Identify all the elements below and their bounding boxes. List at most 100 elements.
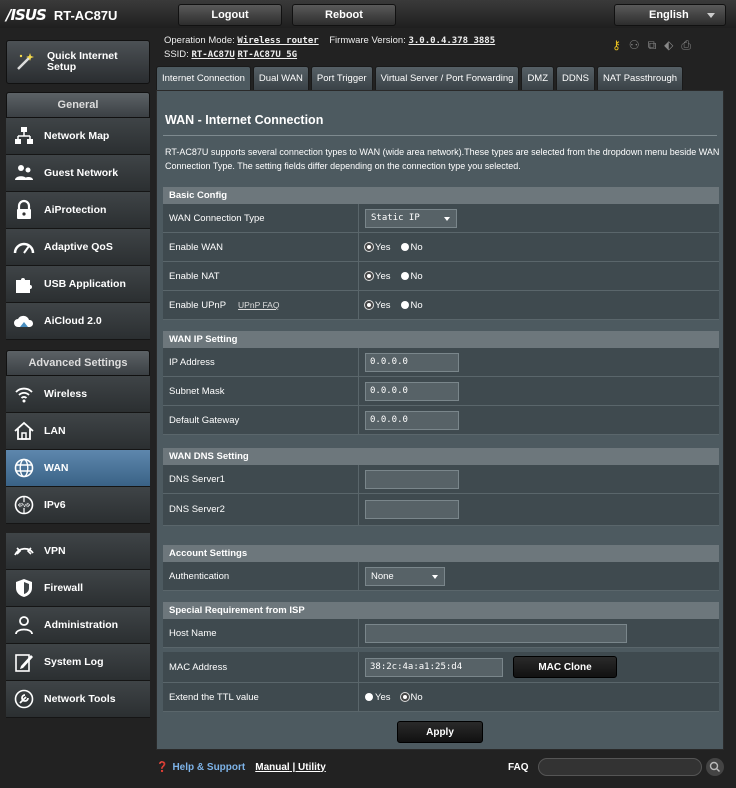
radio-yes-label: Yes — [375, 270, 391, 282]
menu-item-aicloud[interactable]: AiCloud 2.0 — [6, 303, 150, 340]
usb-icon[interactable]: ⧉ — [648, 38, 657, 53]
search-icon[interactable] — [706, 758, 724, 776]
reboot-button[interactable]: Reboot — [292, 4, 396, 26]
firmware-link[interactable]: 3.0.0.4.378_3885 — [408, 36, 495, 46]
menu-item-system-log[interactable]: System Log — [6, 644, 150, 681]
authentication-select[interactable]: None — [365, 566, 445, 586]
enable-wan-no-radio[interactable]: No — [400, 241, 423, 253]
menu-item-lan[interactable]: LAN — [6, 413, 150, 450]
row-ip-address: IP Address 0.0.0.0 — [163, 348, 719, 377]
dns-server1-label: DNS Server1 — [163, 465, 359, 493]
tab-dmz[interactable]: DMZ — [521, 66, 555, 90]
authentication-label: Authentication — [163, 562, 359, 590]
extend-ttl-yes-radio[interactable]: Yes — [365, 692, 391, 703]
menu-item-label: AiProtection — [44, 204, 107, 216]
printer-icon[interactable]: ⎙ — [681, 38, 691, 53]
firmware-label: Firmware Version: — [329, 35, 406, 46]
radio-yes-label: Yes — [375, 691, 391, 703]
page-title: WAN - Internet Connection — [165, 113, 324, 127]
enable-wan-yes-radio[interactable]: Yes — [365, 242, 391, 253]
tab-virtual-server[interactable]: Virtual Server / Port Forwarding — [374, 66, 520, 90]
extend-ttl-no-radio[interactable]: No — [400, 691, 423, 703]
language-label: English — [649, 9, 689, 21]
apply-button[interactable]: Apply — [397, 721, 483, 743]
upnp-faq-link[interactable]: UPnP FAQ — [238, 300, 279, 310]
mac-address-input[interactable]: 38:2c:4a:a1:25:d4 — [365, 657, 503, 677]
menu-item-label: LAN — [44, 425, 66, 437]
manual-link[interactable]: Manual — [255, 762, 289, 773]
tab-bar: Internet Connection Dual WAN Port Trigge… — [156, 66, 684, 90]
enable-upnp-label: Enable UPnP — [169, 299, 227, 311]
menu-item-network-tools[interactable]: Network Tools — [6, 681, 150, 718]
quick-internet-setup-button[interactable]: Quick Internet Setup — [6, 40, 150, 84]
menu-item-firewall[interactable]: Firewall — [6, 570, 150, 607]
host-name-input[interactable] — [365, 623, 627, 643]
globe-icon — [12, 456, 36, 480]
tab-dual-wan[interactable]: Dual WAN — [252, 66, 309, 90]
help-icon: ❓ — [156, 761, 169, 773]
subnet-mask-input[interactable]: 0.0.0.0 — [365, 381, 459, 401]
log-icon — [12, 650, 36, 674]
radio-unselected-icon — [365, 693, 373, 701]
row-wan-connection-type: WAN Connection Type Static IP — [163, 204, 719, 233]
mac-clone-button[interactable]: MAC Clone — [513, 656, 617, 678]
logout-button[interactable]: Logout — [178, 4, 282, 26]
section-special-requirement-isp: Special Requirement from ISP — [163, 602, 719, 619]
menu-item-administration[interactable]: Administration — [6, 607, 150, 644]
row-subnet-mask: Subnet Mask 0.0.0.0 — [163, 377, 719, 406]
faq-search-input[interactable] — [538, 758, 702, 776]
radio-yes-label: Yes — [375, 241, 391, 253]
menu-item-label: IPv6 — [44, 499, 66, 511]
row-default-gateway: Default Gateway 0.0.0.0 — [163, 406, 719, 435]
operation-info: Operation Mode: Wireless router Firmware… — [164, 34, 495, 62]
dns-server2-input[interactable] — [365, 500, 459, 519]
ssid-label: SSID: — [164, 49, 189, 60]
menu-item-guest-network[interactable]: Guest Network — [6, 155, 150, 192]
section-wan-dns-setting: WAN DNS Setting — [163, 448, 719, 465]
radio-no-label: No — [410, 691, 423, 703]
radio-no-label: No — [410, 299, 423, 311]
menu-item-vpn[interactable]: VPN — [6, 533, 150, 570]
general-menu-header: General — [6, 92, 150, 118]
faq-label: FAQ — [508, 761, 529, 773]
menu-item-ipv6[interactable]: IPv6 IPv6 — [6, 487, 150, 524]
ip-address-input[interactable]: 0.0.0.0 — [365, 352, 459, 372]
dns-server1-input[interactable] — [365, 469, 459, 489]
row-enable-upnp: Enable UPnP UPnP FAQ Yes No — [163, 291, 719, 320]
share-icon[interactable]: ⬖ — [664, 38, 673, 53]
mac-address-label: MAC Address — [163, 652, 359, 682]
puzzle-icon — [12, 272, 36, 296]
wan-connection-type-select[interactable]: Static IP — [365, 208, 457, 228]
enable-upnp-yes-radio[interactable]: Yes — [365, 300, 391, 311]
operation-mode-link[interactable]: Wireless router — [237, 36, 318, 46]
menu-item-usb-application[interactable]: USB Application — [6, 266, 150, 303]
row-enable-wan: Enable WAN Yes No — [163, 233, 719, 262]
enable-nat-label: Enable NAT — [163, 262, 359, 290]
tab-port-trigger[interactable]: Port Trigger — [310, 66, 373, 90]
menu-item-wireless[interactable]: Wireless — [6, 376, 150, 413]
menu-item-adaptive-qos[interactable]: Adaptive QoS — [6, 229, 150, 266]
enable-upnp-no-radio[interactable]: No — [400, 299, 423, 311]
menu-item-wan[interactable]: WAN — [6, 450, 150, 487]
tab-ddns[interactable]: DDNS — [556, 66, 595, 90]
help-support[interactable]: ❓ Help & Support — [156, 762, 245, 773]
enable-nat-yes-radio[interactable]: Yes — [365, 271, 391, 282]
clients-icon[interactable]: ⚇ — [629, 38, 640, 53]
title-divider — [163, 135, 717, 136]
language-select[interactable]: English — [614, 4, 726, 26]
menu-item-aiprotection[interactable]: AiProtection — [6, 192, 150, 229]
ssid-link-24g[interactable]: RT-AC87U — [191, 50, 234, 60]
tab-nat-passthrough[interactable]: NAT Passthrough — [596, 66, 684, 90]
gauge-icon — [12, 235, 36, 259]
key-icon[interactable]: ⚷ — [612, 38, 621, 53]
home-icon — [12, 419, 36, 443]
tab-internet-connection[interactable]: Internet Connection — [156, 66, 251, 90]
radio-selected-icon — [365, 301, 373, 309]
enable-nat-no-radio[interactable]: No — [400, 271, 423, 282]
utility-link[interactable]: Utility — [298, 762, 326, 773]
default-gateway-input[interactable]: 0.0.0.0 — [365, 410, 459, 430]
ssid-link-5g[interactable]: RT-AC87U_5G — [237, 50, 297, 60]
menu-item-network-map[interactable]: Network Map — [6, 118, 150, 155]
radio-no-label: No — [410, 241, 423, 253]
asus-logo: /ISUS — [6, 6, 47, 24]
